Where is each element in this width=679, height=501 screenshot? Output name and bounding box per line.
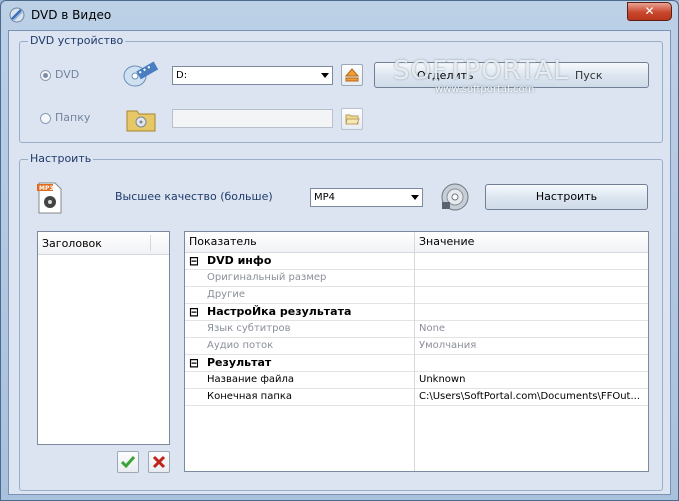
film-reel-icon <box>123 61 159 87</box>
settings-group: Настроить MP3 Высшее качество (больше) M… <box>19 152 663 491</box>
property-name: Аудио поток <box>207 340 274 351</box>
grid-column-divider <box>414 232 415 471</box>
checkmark-icon <box>120 456 136 469</box>
titles-list[interactable]: Заголовок <box>37 231 170 445</box>
watermark-url: www.softportal.com <box>435 84 535 95</box>
property-value[interactable]: Умолчания <box>419 338 645 355</box>
collapse-icon[interactable]: ⊟ <box>189 253 198 270</box>
property-row[interactable]: Оригинальный размер <box>185 270 648 287</box>
app-icon <box>9 7 25 23</box>
red-x-icon <box>152 455 166 469</box>
collapse-icon[interactable]: ⊟ <box>189 355 198 372</box>
property-name: Результат <box>207 356 272 369</box>
property-value[interactable] <box>419 270 645 287</box>
configure-button[interactable]: Настроить <box>485 184 648 210</box>
start-button-label: Пуск <box>575 69 603 82</box>
properties-grid[interactable]: Показатель Значение ⊟ DVD инфо Оригинальны… <box>184 231 649 472</box>
chevron-down-icon <box>411 195 419 200</box>
property-row[interactable]: Аудио поток Умолчания <box>185 338 648 355</box>
property-section-row[interactable]: ⊟ Результат <box>185 355 648 372</box>
mp3-file-icon: MP3 <box>37 182 62 214</box>
open-folder-icon <box>345 114 360 125</box>
column-header-name[interactable]: Показатель <box>189 234 257 251</box>
radio-dvd-label: DVD <box>55 68 80 81</box>
close-button[interactable]: ✕ <box>627 2 672 21</box>
folder-path-input[interactable] <box>172 109 333 128</box>
radio-folder-label: Папку <box>55 111 91 124</box>
property-value[interactable]: C:\Users\SoftPortal.com\Documents\FFOut.… <box>419 389 645 406</box>
property-row[interactable]: Название файла Unknown <box>185 372 648 389</box>
property-name: НастроЙка результата <box>207 305 352 318</box>
property-name: Название файла <box>207 374 295 385</box>
property-name: Оригинальный размер <box>207 272 327 283</box>
folder-icon <box>126 110 156 132</box>
close-icon: ✕ <box>644 4 655 18</box>
property-section-row[interactable]: ⊟ DVD инфо <box>185 253 648 270</box>
client-area: DVD устройство DVD D: Отделить Пуск SOFT… <box>8 30 671 495</box>
titles-list-header[interactable]: Заголовок <box>38 232 169 255</box>
disc-icon <box>441 183 469 211</box>
main-window: DVD в Видео ✕ DVD устройство DVD D: Отде… <box>0 0 679 501</box>
titles-list-header-label: Заголовок <box>42 237 102 250</box>
property-value[interactable]: Unknown <box>419 372 645 389</box>
radio-folder[interactable] <box>40 113 51 124</box>
remove-button[interactable] <box>148 451 170 473</box>
quality-label: Высшее качество (больше) <box>115 190 273 203</box>
eject-icon <box>344 68 360 82</box>
property-name: Язык субтитров <box>207 323 291 334</box>
properties-grid-header: Показатель Значение <box>185 232 648 253</box>
eject-button[interactable] <box>341 64 363 86</box>
column-divider <box>150 235 151 251</box>
property-name: Другие <box>207 289 245 300</box>
property-name: Конечная папка <box>207 391 293 402</box>
property-row[interactable]: Конечная папка C:\Users\SoftPortal.com\Do… <box>185 389 648 406</box>
property-value[interactable] <box>419 355 645 372</box>
confirm-button[interactable] <box>117 451 139 473</box>
title-bar[interactable]: DVD в Видео ✕ <box>1 1 678 29</box>
property-value[interactable] <box>419 304 645 321</box>
configure-button-label: Настроить <box>535 190 598 203</box>
drive-select[interactable]: D: <box>172 66 333 85</box>
dvd-group-title: DVD устройство <box>28 34 126 47</box>
watermark-logo: SOFTPORTAL <box>393 56 569 86</box>
property-row[interactable]: Другие <box>185 287 648 304</box>
window-title: DVD в Видео <box>31 8 112 22</box>
dvd-device-group: DVD устройство DVD D: Отделить Пуск SOFT… <box>19 34 663 143</box>
property-row[interactable]: Язык субтитров None <box>185 321 648 338</box>
format-select[interactable]: MP4 <box>310 188 423 207</box>
chevron-down-icon <box>321 73 329 78</box>
settings-group-title: Настроить <box>28 152 94 165</box>
property-value[interactable] <box>419 287 645 304</box>
format-select-value: MP4 <box>314 192 336 203</box>
collapse-icon[interactable]: ⊟ <box>189 304 198 321</box>
drive-select-value: D: <box>176 70 188 81</box>
property-value[interactable] <box>419 253 645 270</box>
property-section-row[interactable]: ⊟ НастроЙка результата <box>185 304 648 321</box>
column-header-value[interactable]: Значение <box>419 234 474 251</box>
property-value[interactable]: None <box>419 321 645 338</box>
mp3-file-badge: MP3 <box>39 185 54 192</box>
property-name: DVD инфо <box>207 254 272 267</box>
radio-dvd[interactable] <box>40 70 51 81</box>
browse-folder-button[interactable] <box>341 108 363 130</box>
